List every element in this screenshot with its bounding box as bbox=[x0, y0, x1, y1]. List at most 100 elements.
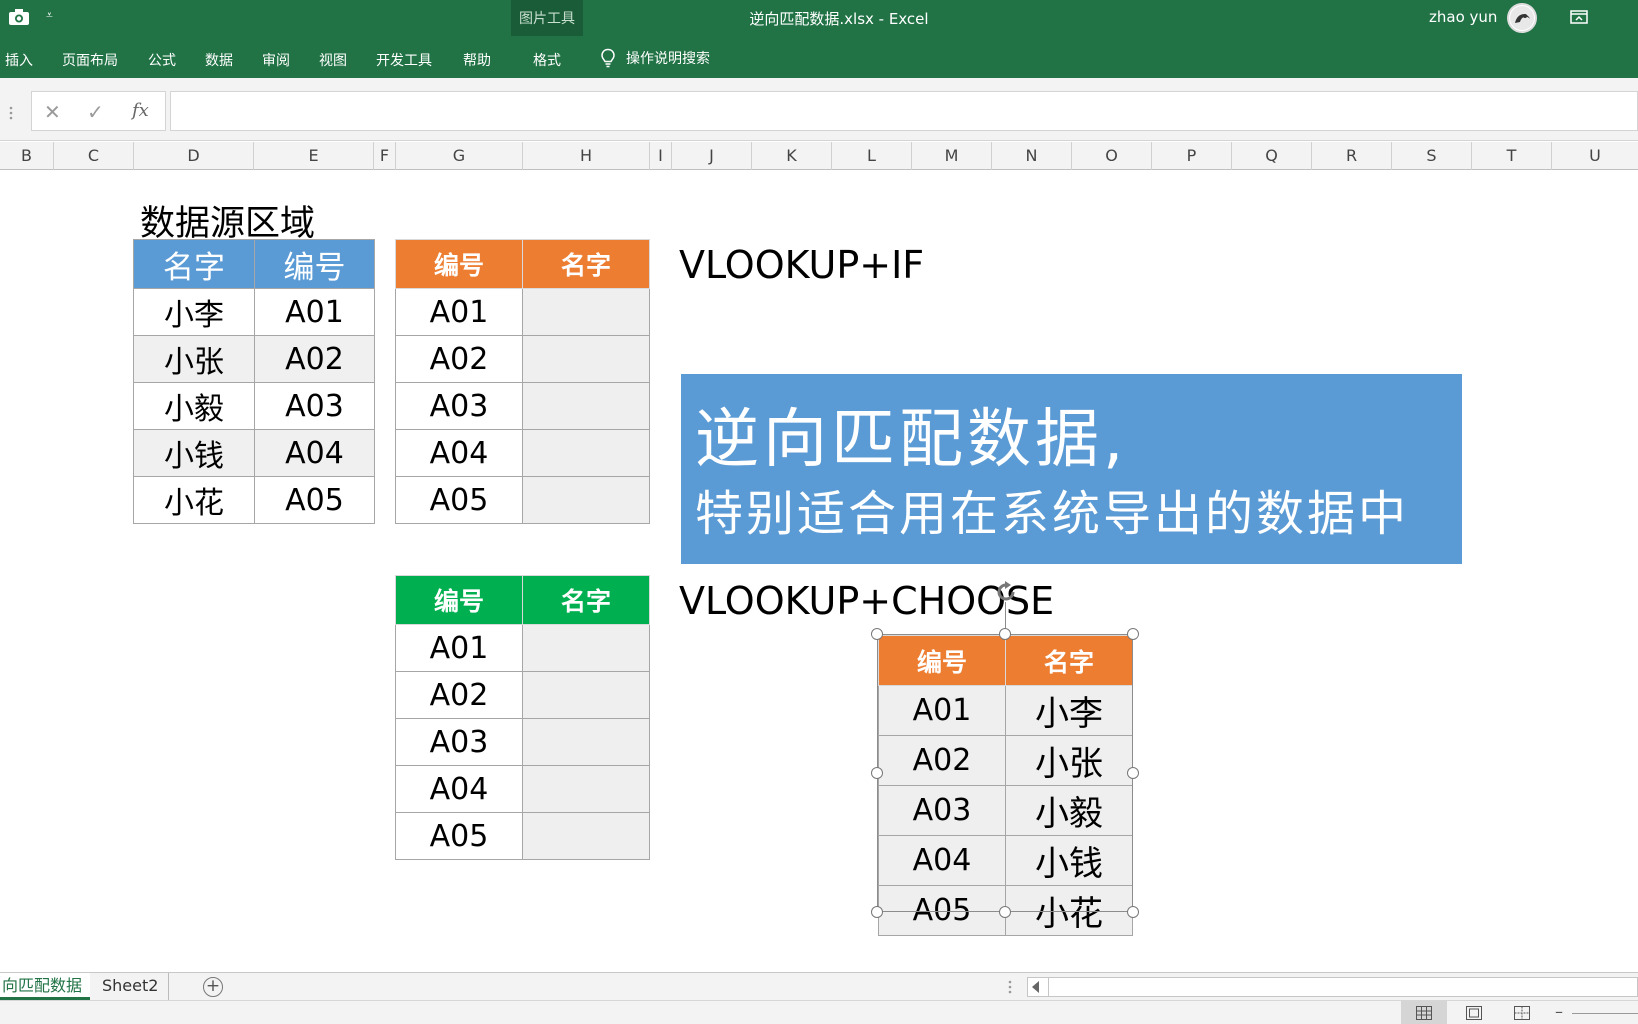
table-cell[interactable]: A02 bbox=[254, 335, 375, 383]
column-header[interactable]: Q bbox=[1232, 142, 1312, 170]
column-header[interactable]: U bbox=[1552, 142, 1638, 170]
column-header[interactable]: B bbox=[0, 142, 54, 170]
empty-cell[interactable] bbox=[522, 335, 650, 383]
column-header[interactable]: H bbox=[523, 142, 650, 170]
column-header[interactable]: P bbox=[1152, 142, 1232, 170]
empty-cell[interactable] bbox=[522, 624, 650, 672]
zoom-out-button[interactable]: – bbox=[1555, 1002, 1563, 1021]
column-header[interactable]: L bbox=[832, 142, 912, 170]
empty-cell[interactable] bbox=[522, 671, 650, 719]
column-header[interactable]: M bbox=[912, 142, 992, 170]
header-cell-name[interactable]: 名字 bbox=[133, 239, 255, 289]
column-header[interactable]: S bbox=[1392, 142, 1472, 170]
sheet-tab-sheet2[interactable]: Sheet2 bbox=[92, 973, 170, 1000]
column-header[interactable]: E bbox=[254, 142, 374, 170]
column-header[interactable]: C bbox=[54, 142, 134, 170]
empty-cell[interactable] bbox=[522, 288, 650, 336]
add-sheet-button[interactable]: + bbox=[203, 977, 223, 997]
tab-view[interactable]: 视图 bbox=[319, 50, 347, 70]
normal-view-button[interactable] bbox=[1401, 1001, 1447, 1024]
column-header[interactable]: J bbox=[672, 142, 752, 170]
tab-review[interactable]: 审阅 bbox=[262, 50, 290, 70]
resize-handle[interactable] bbox=[999, 628, 1011, 640]
tab-page-layout[interactable]: 页面布局 bbox=[62, 50, 118, 70]
scroll-left-icon[interactable] bbox=[1032, 981, 1039, 993]
table-cell[interactable]: A02 bbox=[395, 335, 523, 383]
user-name[interactable]: zhao yun bbox=[1429, 8, 1497, 26]
grip-icon[interactable] bbox=[1008, 980, 1012, 994]
resize-handle[interactable] bbox=[871, 906, 883, 918]
column-header[interactable]: F bbox=[374, 142, 396, 170]
page-layout-view-icon[interactable] bbox=[1466, 1006, 1482, 1020]
worksheet[interactable]: 数据源区域 名字 编号 小李 A01 小张 A02 小毅 A03 小钱 A04 … bbox=[0, 171, 1638, 973]
resize-handle[interactable] bbox=[1127, 628, 1139, 640]
resize-handle[interactable] bbox=[1127, 767, 1139, 779]
tab-help[interactable]: 帮助 bbox=[463, 50, 491, 70]
table-cell[interactable]: A03 bbox=[395, 382, 523, 430]
column-header[interactable]: G bbox=[396, 142, 523, 170]
table-cell[interactable]: 小张 bbox=[133, 335, 255, 383]
header-cell-id[interactable]: 编号 bbox=[254, 239, 375, 289]
grip-icon[interactable] bbox=[9, 106, 13, 120]
resize-handle[interactable] bbox=[1127, 906, 1139, 918]
table-cell[interactable]: A01 bbox=[395, 288, 523, 336]
table-cell[interactable]: 小花 bbox=[133, 476, 255, 524]
ribbon-display-options-icon[interactable] bbox=[1570, 9, 1588, 25]
resize-handle[interactable] bbox=[999, 906, 1011, 918]
empty-cell[interactable] bbox=[522, 812, 650, 860]
rotate-handle-icon[interactable] bbox=[993, 579, 1019, 605]
column-header[interactable]: R bbox=[1312, 142, 1392, 170]
header-cell-name[interactable]: 名字 bbox=[522, 575, 650, 625]
formula-input[interactable] bbox=[170, 91, 1638, 131]
resize-handle[interactable] bbox=[871, 767, 883, 779]
table-cell[interactable]: A05 bbox=[395, 812, 523, 860]
table-cell[interactable]: A02 bbox=[395, 671, 523, 719]
horizontal-scrollbar[interactable] bbox=[1027, 977, 1638, 997]
empty-cell[interactable] bbox=[522, 765, 650, 813]
avatar[interactable] bbox=[1507, 3, 1537, 33]
table-cell[interactable]: A01 bbox=[254, 288, 375, 336]
header-cell-name[interactable]: 名字 bbox=[522, 239, 650, 289]
empty-cell[interactable] bbox=[522, 429, 650, 477]
column-header[interactable]: D bbox=[134, 142, 254, 170]
tab-developer[interactable]: 开发工具 bbox=[376, 50, 432, 70]
tell-me-search[interactable]: 操作说明搜索 bbox=[600, 46, 710, 70]
table-cell[interactable]: A05 bbox=[395, 476, 523, 524]
cancel-icon[interactable]: ✕ bbox=[44, 100, 61, 124]
zoom-slider[interactable] bbox=[1572, 1013, 1638, 1014]
tab-insert[interactable]: 插入 bbox=[5, 50, 33, 70]
table-cell[interactable]: A04 bbox=[395, 429, 523, 477]
resize-handle[interactable] bbox=[871, 628, 883, 640]
header-cell-name: 名字 bbox=[1005, 635, 1133, 686]
insert-function-icon[interactable]: fx bbox=[132, 100, 149, 121]
empty-cell[interactable] bbox=[522, 382, 650, 430]
header-cell-id[interactable]: 编号 bbox=[395, 575, 523, 625]
column-header[interactable]: N bbox=[992, 142, 1072, 170]
column-header[interactable]: O bbox=[1072, 142, 1152, 170]
tab-data[interactable]: 数据 bbox=[205, 50, 233, 70]
enter-icon[interactable]: ✓ bbox=[87, 100, 104, 124]
tab-format[interactable]: 格式 bbox=[511, 50, 583, 70]
table-cell[interactable]: A01 bbox=[395, 624, 523, 672]
column-header[interactable]: K bbox=[752, 142, 832, 170]
table-cell[interactable]: A03 bbox=[254, 382, 375, 430]
tab-formulas[interactable]: 公式 bbox=[148, 50, 176, 70]
empty-cell[interactable] bbox=[522, 718, 650, 766]
title-bar: ⩡ 逆向匹配数据.xlsx - Excel zhao yun bbox=[0, 0, 1638, 36]
sheet-tab-active[interactable]: 向匹配数据 bbox=[0, 973, 90, 1000]
table-cell[interactable]: 小毅 bbox=[133, 382, 255, 430]
empty-cell[interactable] bbox=[522, 476, 650, 524]
column-header[interactable]: T bbox=[1472, 142, 1552, 170]
table-cell[interactable]: 小李 bbox=[133, 288, 255, 336]
banner-textbox[interactable]: 逆向匹配数据, 特别适合用在系统导出的数据中 bbox=[681, 374, 1462, 564]
column-header[interactable]: I bbox=[650, 142, 672, 170]
table-cell[interactable]: A04 bbox=[395, 765, 523, 813]
table-cell[interactable]: 小钱 bbox=[133, 429, 255, 477]
page-break-view-icon[interactable] bbox=[1514, 1006, 1530, 1020]
result-picture[interactable]: 编号 名字 A01 小李 A02 小张 A03 小毅 A04 小钱 A05 小花 bbox=[878, 635, 1133, 936]
vlookup-if-label[interactable]: VLOOKUP+IF bbox=[679, 243, 924, 287]
table-cell[interactable]: A03 bbox=[395, 718, 523, 766]
table-cell[interactable]: A05 bbox=[254, 476, 375, 524]
table-cell[interactable]: A04 bbox=[254, 429, 375, 477]
header-cell-id[interactable]: 编号 bbox=[395, 239, 523, 289]
